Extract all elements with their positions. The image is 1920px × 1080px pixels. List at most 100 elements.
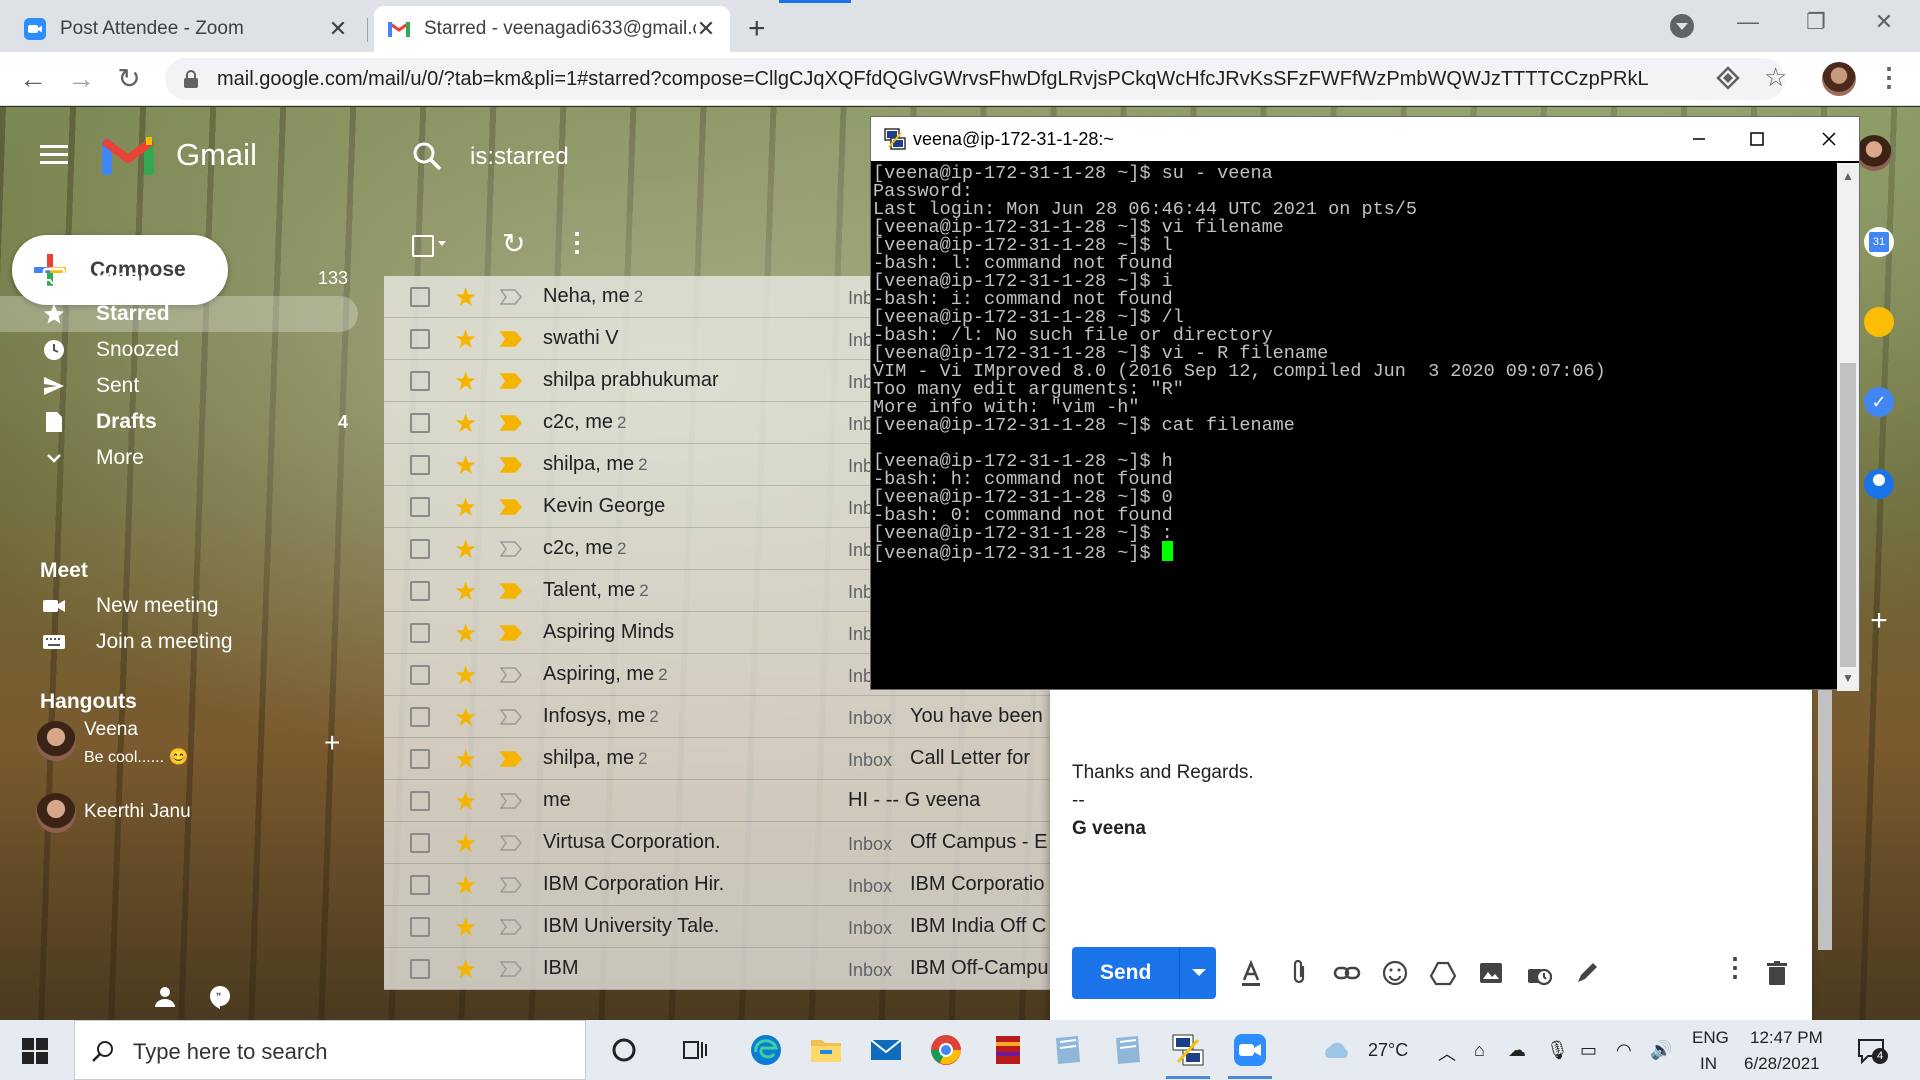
edge-icon[interactable] <box>748 1032 784 1068</box>
select-all-checkbox[interactable] <box>412 235 434 257</box>
reload-icon[interactable]: ↻ <box>112 62 146 96</box>
important-marker-icon[interactable] <box>500 919 522 935</box>
mail-icon[interactable] <box>868 1032 904 1068</box>
link-icon[interactable] <box>1332 958 1362 988</box>
signature-pen-icon[interactable] <box>1572 958 1602 988</box>
row-checkbox[interactable] <box>410 455 430 475</box>
star-icon[interactable]: ★ <box>454 870 477 901</box>
zoom-icon[interactable] <box>1232 1032 1268 1068</box>
browser-menu-icon[interactable]: ⋮ <box>1876 62 1902 93</box>
row-checkbox[interactable] <box>410 413 430 433</box>
row-checkbox[interactable] <box>410 539 430 559</box>
sidebar-item-drafts[interactable]: Drafts 4 <box>0 404 358 440</box>
contacts-icon[interactable] <box>1864 469 1894 499</box>
extension-icon[interactable] <box>1716 66 1740 90</box>
cortana-icon[interactable] <box>606 1032 642 1068</box>
windows-start-icon[interactable] <box>22 1038 48 1064</box>
important-marker-icon[interactable] <box>500 877 522 893</box>
sidebar-item-snoozed[interactable]: Snoozed <box>0 332 358 368</box>
send-options-icon[interactable] <box>1192 969 1206 976</box>
more-options-icon[interactable]: ⋮ <box>564 227 590 258</box>
tab-gmail[interactable]: Starred - veenagadi633@gmail.c ✕ <box>374 6 730 52</box>
scroll-down-icon[interactable]: ▼ <box>1842 671 1854 685</box>
add-contact-icon[interactable]: + <box>324 727 340 759</box>
mail-row[interactable]: ★ IBM Inbox IBM Off-Campu <box>384 948 1050 990</box>
close-tab-icon[interactable]: ✕ <box>328 16 348 41</box>
minimize-icon[interactable]: — <box>1728 6 1768 38</box>
show-hidden-icons-icon[interactable]: ︿ <box>1438 1040 1456 1066</box>
row-checkbox[interactable] <box>410 917 430 937</box>
star-icon[interactable]: ★ <box>454 576 477 607</box>
row-checkbox[interactable] <box>410 287 430 307</box>
important-marker-icon[interactable] <box>500 499 522 515</box>
star-icon[interactable]: ★ <box>454 492 477 523</box>
scroll-up-icon[interactable]: ▲ <box>1842 169 1854 183</box>
notepad-icon[interactable] <box>1110 1032 1146 1068</box>
wifi-icon[interactable]: ◠ <box>1616 1040 1632 1061</box>
notepad-icon[interactable] <box>1050 1032 1086 1068</box>
important-marker-icon[interactable] <box>500 667 522 683</box>
terminal-scrollbar[interactable]: ▲ ▼ <box>1837 163 1859 691</box>
mail-row[interactable]: ★ shilpa, me 2 Inbox Call Letter for <box>384 738 1050 780</box>
new-meeting-item[interactable]: New meeting <box>0 588 358 624</box>
formatting-icon[interactable] <box>1236 958 1266 988</box>
star-icon[interactable]: ★ <box>454 786 477 817</box>
join-meeting-item[interactable]: Join a meeting <box>0 624 358 660</box>
scrollbar-thumb[interactable] <box>1840 363 1856 667</box>
star-icon[interactable]: ★ <box>454 912 477 943</box>
send-button[interactable]: Send <box>1072 947 1216 999</box>
star-icon[interactable]: ★ <box>454 828 477 859</box>
mail-row[interactable]: ★ IBM University Tale. Inbox IBM India Off … <box>384 906 1050 948</box>
language-indicator[interactable]: ENG <box>1692 1028 1729 1048</box>
keyboard-layout-indicator[interactable]: IN <box>1700 1054 1717 1074</box>
putty-icon[interactable] <box>1170 1032 1206 1068</box>
star-icon[interactable]: ★ <box>454 954 477 985</box>
row-checkbox[interactable] <box>410 749 430 769</box>
clock-time[interactable]: 12:47 PM <box>1750 1028 1823 1048</box>
star-icon[interactable]: ★ <box>454 408 477 439</box>
star-icon[interactable]: ★ <box>454 324 477 355</box>
onedrive-icon[interactable]: ☁ <box>1508 1040 1526 1061</box>
important-marker-icon[interactable] <box>500 583 522 599</box>
row-checkbox[interactable] <box>410 791 430 811</box>
star-icon[interactable]: ★ <box>454 744 477 775</box>
volume-icon[interactable]: 🔊 <box>1650 1040 1672 1061</box>
account-avatar[interactable] <box>1856 135 1892 171</box>
important-marker-icon[interactable] <box>500 961 522 977</box>
taskbar-search-box[interactable]: Type here to search <box>74 1020 586 1080</box>
mail-row[interactable]: ★ IBM Corporation Hir. Inbox IBM Corporatio <box>384 864 1050 906</box>
maximize-icon[interactable] <box>1737 123 1777 155</box>
microphone-icon[interactable]: 🎙 <box>1546 1040 1569 1061</box>
calendar-icon[interactable]: 31 <box>1864 227 1894 257</box>
new-tab-button[interactable]: + <box>748 12 766 46</box>
back-icon[interactable]: ← <box>16 62 50 96</box>
task-view-icon[interactable] <box>676 1032 712 1068</box>
sidebar-item-starred[interactable]: Starred <box>0 296 358 332</box>
star-icon[interactable]: ★ <box>454 702 477 733</box>
restore-icon[interactable]: ❐ <box>1796 6 1836 38</box>
close-icon[interactable] <box>1809 123 1849 155</box>
mail-row[interactable]: ★ Infosys, me 2 Inbox You have been <box>384 696 1050 738</box>
weather-temperature[interactable]: 27°C <box>1368 1040 1408 1061</box>
important-marker-icon[interactable] <box>500 415 522 431</box>
drive-icon[interactable] <box>1428 958 1458 988</box>
row-checkbox[interactable] <box>410 875 430 895</box>
star-icon[interactable]: ★ <box>454 618 477 649</box>
confidential-mode-icon[interactable] <box>1524 958 1554 988</box>
main-menu-icon[interactable] <box>40 145 68 165</box>
select-dropdown-icon[interactable] <box>438 241 446 246</box>
chrome-icon[interactable] <box>928 1032 964 1068</box>
important-marker-icon[interactable] <box>500 709 522 725</box>
winrar-icon[interactable] <box>990 1032 1026 1068</box>
star-icon[interactable]: ★ <box>454 534 477 565</box>
tab-zoom[interactable]: Post Attendee - Zoom ✕ <box>10 6 362 52</box>
search-input[interactable]: is:starred <box>470 143 569 171</box>
bookmark-star-icon[interactable]: ☆ <box>1764 62 1787 93</box>
notification-center-icon[interactable]: 4 <box>1856 1036 1888 1066</box>
important-marker-icon[interactable] <box>500 331 522 347</box>
close-tab-icon[interactable]: ✕ <box>696 16 716 41</box>
important-marker-icon[interactable] <box>500 457 522 473</box>
star-icon[interactable]: ★ <box>454 282 477 313</box>
important-marker-icon[interactable] <box>500 541 522 557</box>
putty-terminal-window[interactable]: veena@ip-172-31-1-28:~ [veena@ip-172-31-… <box>870 116 1860 691</box>
